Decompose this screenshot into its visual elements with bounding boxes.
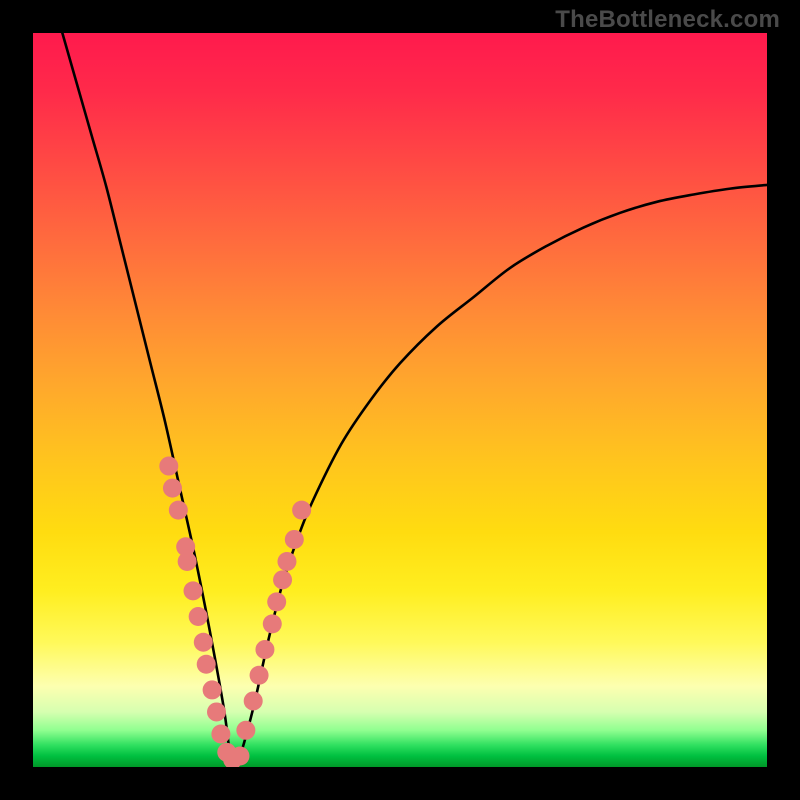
curve-marker: [178, 552, 197, 571]
curve-marker: [207, 702, 226, 721]
curve-marker: [255, 640, 274, 659]
curve-marker: [236, 721, 255, 740]
curve-marker: [250, 666, 269, 685]
watermark-text: TheBottleneck.com: [555, 6, 780, 34]
curve-marker: [230, 746, 249, 765]
curve-marker: [169, 501, 188, 520]
plot-area: [33, 33, 767, 767]
curve-marker: [263, 614, 282, 633]
curve-marker: [277, 552, 296, 571]
curve-marker: [197, 655, 216, 674]
chart-frame: TheBottleneck.com: [0, 0, 800, 800]
dots-left-group: [159, 457, 242, 767]
curve-marker: [189, 607, 208, 626]
curve-marker: [273, 570, 292, 589]
dots-right-group: [230, 501, 311, 766]
curve-marker: [292, 501, 311, 520]
curve-marker: [184, 581, 203, 600]
curve-marker: [163, 479, 182, 498]
curve-marker: [267, 592, 286, 611]
bottleneck-curve-svg: [33, 33, 767, 767]
curve-marker: [203, 680, 222, 699]
curve-marker: [285, 530, 304, 549]
curve-marker: [159, 457, 178, 476]
bottleneck-curve: [62, 33, 767, 766]
curve-marker: [194, 633, 213, 652]
curve-marker: [244, 691, 263, 710]
curve-marker: [211, 724, 230, 743]
